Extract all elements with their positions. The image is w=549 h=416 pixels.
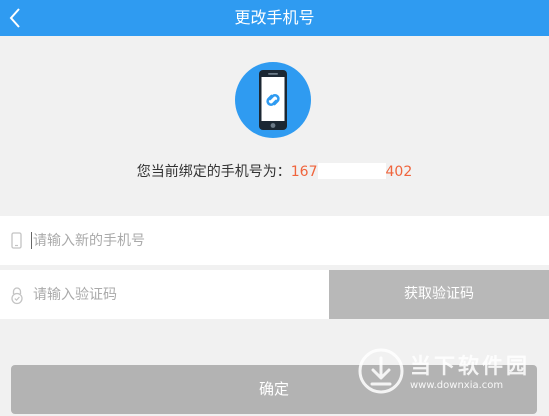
phone-link-icon [235,62,311,138]
lock-icon [9,283,25,307]
redaction-mask [317,163,386,179]
confirm-button[interactable]: 确定 [11,365,537,414]
verification-code-input[interactable] [33,270,313,319]
verification-code-row [0,270,329,319]
get-code-button[interactable]: 获取验证码 [329,270,549,319]
current-phone-label: 您当前绑定的手机号为： [136,164,291,180]
current-phone-text: 您当前绑定的手机号为：167 402 [0,161,549,183]
phone-icon [9,229,25,253]
current-phone-prefix: 167 [290,164,318,180]
new-phone-row [0,216,549,265]
header-bar: 更改手机号 [0,0,549,36]
new-phone-input[interactable] [33,216,313,265]
text-cursor [31,232,32,249]
page-title: 更改手机号 [234,8,315,27]
current-phone-suffix: 402 [385,164,413,180]
